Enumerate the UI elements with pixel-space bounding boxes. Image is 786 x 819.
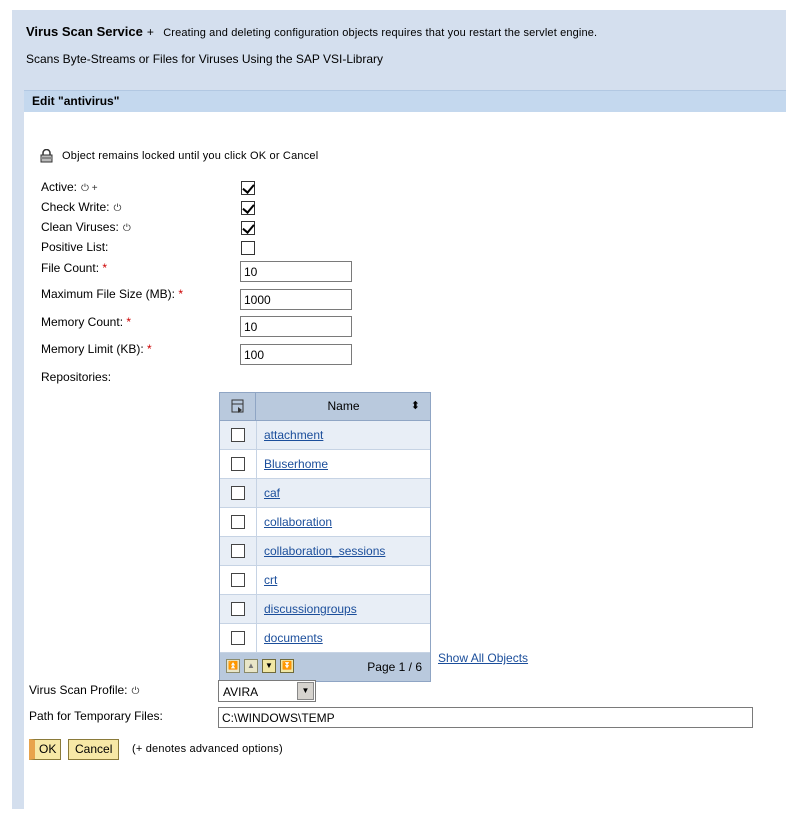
table-row: Bluserhome <box>220 450 430 479</box>
positive-list-checkbox[interactable] <box>241 241 255 255</box>
row-select-checkbox[interactable] <box>231 428 245 442</box>
virus-scan-profile-select[interactable]: AVIRA ▼ <box>218 680 316 702</box>
required-marker: * <box>102 261 108 275</box>
power-icon: ⏻ <box>122 223 131 234</box>
service-frame: Virus Scan Service + Creating and deletin… <box>12 10 786 819</box>
next-page-button[interactable]: ▼ <box>262 659 276 673</box>
table-row: collaboration_sessions <box>220 537 430 566</box>
row-select-checkbox[interactable] <box>231 486 245 500</box>
clean-viruses-checkbox[interactable] <box>241 221 255 235</box>
repository-link[interactable]: collaboration <box>264 515 332 529</box>
table-row: crt <box>220 566 430 595</box>
service-name: Virus Scan Service <box>26 24 143 39</box>
column-divider <box>256 566 257 594</box>
file-count-label: File Count: * <box>41 261 108 275</box>
restart-note: Creating and deleting configuration obje… <box>163 27 598 39</box>
column-divider <box>256 624 257 652</box>
page-indicator: Page 1 / 6 <box>367 660 422 674</box>
select-all-icon <box>231 399 244 413</box>
sort-icon[interactable]: ⬍ <box>411 399 420 412</box>
check-write-label: Check Write: ⏻ <box>41 200 122 214</box>
repository-link[interactable]: collaboration_sessions <box>264 544 385 558</box>
panel-title: Edit "antivirus" <box>24 90 786 112</box>
check-write-checkbox[interactable] <box>241 201 255 215</box>
row-select-checkbox[interactable] <box>231 573 245 587</box>
show-all-objects-link[interactable]: Show All Objects <box>438 651 528 665</box>
required-marker: * <box>126 315 132 329</box>
row-select-checkbox[interactable] <box>231 457 245 471</box>
file-count-input[interactable]: 10 <box>240 261 352 282</box>
column-divider <box>256 508 257 536</box>
ok-button[interactable]: OK <box>29 739 61 760</box>
row-select-checkbox[interactable] <box>231 631 245 645</box>
power-icon: ⏻ + <box>81 183 98 194</box>
repository-link[interactable]: attachment <box>264 428 323 442</box>
required-marker: * <box>178 287 184 301</box>
table-row: documents <box>220 624 430 653</box>
power-icon: ⏻ <box>113 203 122 214</box>
repository-link[interactable]: Bluserhome <box>264 457 328 471</box>
repositories-label: Repositories: <box>41 370 112 384</box>
table-footer: ⏫ ▲ ▼ ⏬ Page 1 / 6 <box>220 653 430 681</box>
active-label: Active: ⏻ + <box>41 180 98 194</box>
column-divider <box>256 450 257 478</box>
column-divider <box>256 479 257 507</box>
temp-path-label: Path for Temporary Files: <box>29 709 163 723</box>
column-divider <box>256 595 257 623</box>
advanced-plus-marker: + <box>146 25 154 39</box>
power-icon: ⏻ <box>131 686 140 697</box>
cancel-button[interactable]: Cancel <box>68 739 120 760</box>
table-body: attachment Bluserhome caf collaboration coll… <box>220 421 430 653</box>
memory-limit-label: Memory Limit (KB): * <box>41 342 152 356</box>
name-column-header[interactable]: Name ⬍ <box>257 393 430 420</box>
max-file-size-label: Maximum File Size (MB): * <box>41 287 184 301</box>
last-page-button[interactable]: ⏬ <box>280 659 294 673</box>
row-select-checkbox[interactable] <box>231 515 245 529</box>
required-marker: * <box>147 342 152 356</box>
row-select-checkbox[interactable] <box>231 544 245 558</box>
memory-count-input[interactable]: 10 <box>240 316 352 337</box>
active-checkbox[interactable] <box>241 181 255 195</box>
first-page-icon: ⏫ <box>226 659 240 673</box>
clean-viruses-label: Clean Viruses: ⏻ <box>41 220 131 234</box>
max-file-size-input[interactable]: 1000 <box>240 289 352 310</box>
table-row: discussiongroups <box>220 595 430 624</box>
table-row: caf <box>220 479 430 508</box>
repositories-table: Name ⬍ attachment Bluserhome caf collaborat… <box>219 392 431 682</box>
repository-link[interactable]: crt <box>264 573 277 587</box>
previous-page-icon: ▲ <box>244 659 258 673</box>
row-select-checkbox[interactable] <box>231 602 245 616</box>
repository-link[interactable]: caf <box>264 486 280 500</box>
column-divider <box>256 421 257 449</box>
advanced-options-legend: (+ denotes advanced options) <box>132 743 283 755</box>
virus-scan-profile-label: Virus Scan Profile: ⏻ <box>29 683 140 697</box>
dropdown-arrow-icon[interactable]: ▼ <box>297 682 314 700</box>
table-header: Name ⬍ <box>220 393 430 421</box>
memory-limit-input[interactable]: 100 <box>240 344 352 365</box>
column-divider <box>256 537 257 565</box>
repository-link[interactable]: discussiongroups <box>264 602 357 616</box>
positive-list-label: Positive List: <box>41 240 109 254</box>
service-description: Scans Byte-Streams or Files for Viruses … <box>26 52 384 66</box>
lock-icon <box>40 149 53 163</box>
table-row: attachment <box>220 421 430 450</box>
memory-count-label: Memory Count: * <box>41 315 132 329</box>
repository-link[interactable]: documents <box>264 631 323 645</box>
temp-path-input[interactable]: C:\WINDOWS\TEMP <box>218 707 753 728</box>
table-row: collaboration <box>220 508 430 537</box>
lock-message: Object remains locked until you click OK… <box>62 150 319 162</box>
select-column-header[interactable] <box>220 393 256 420</box>
